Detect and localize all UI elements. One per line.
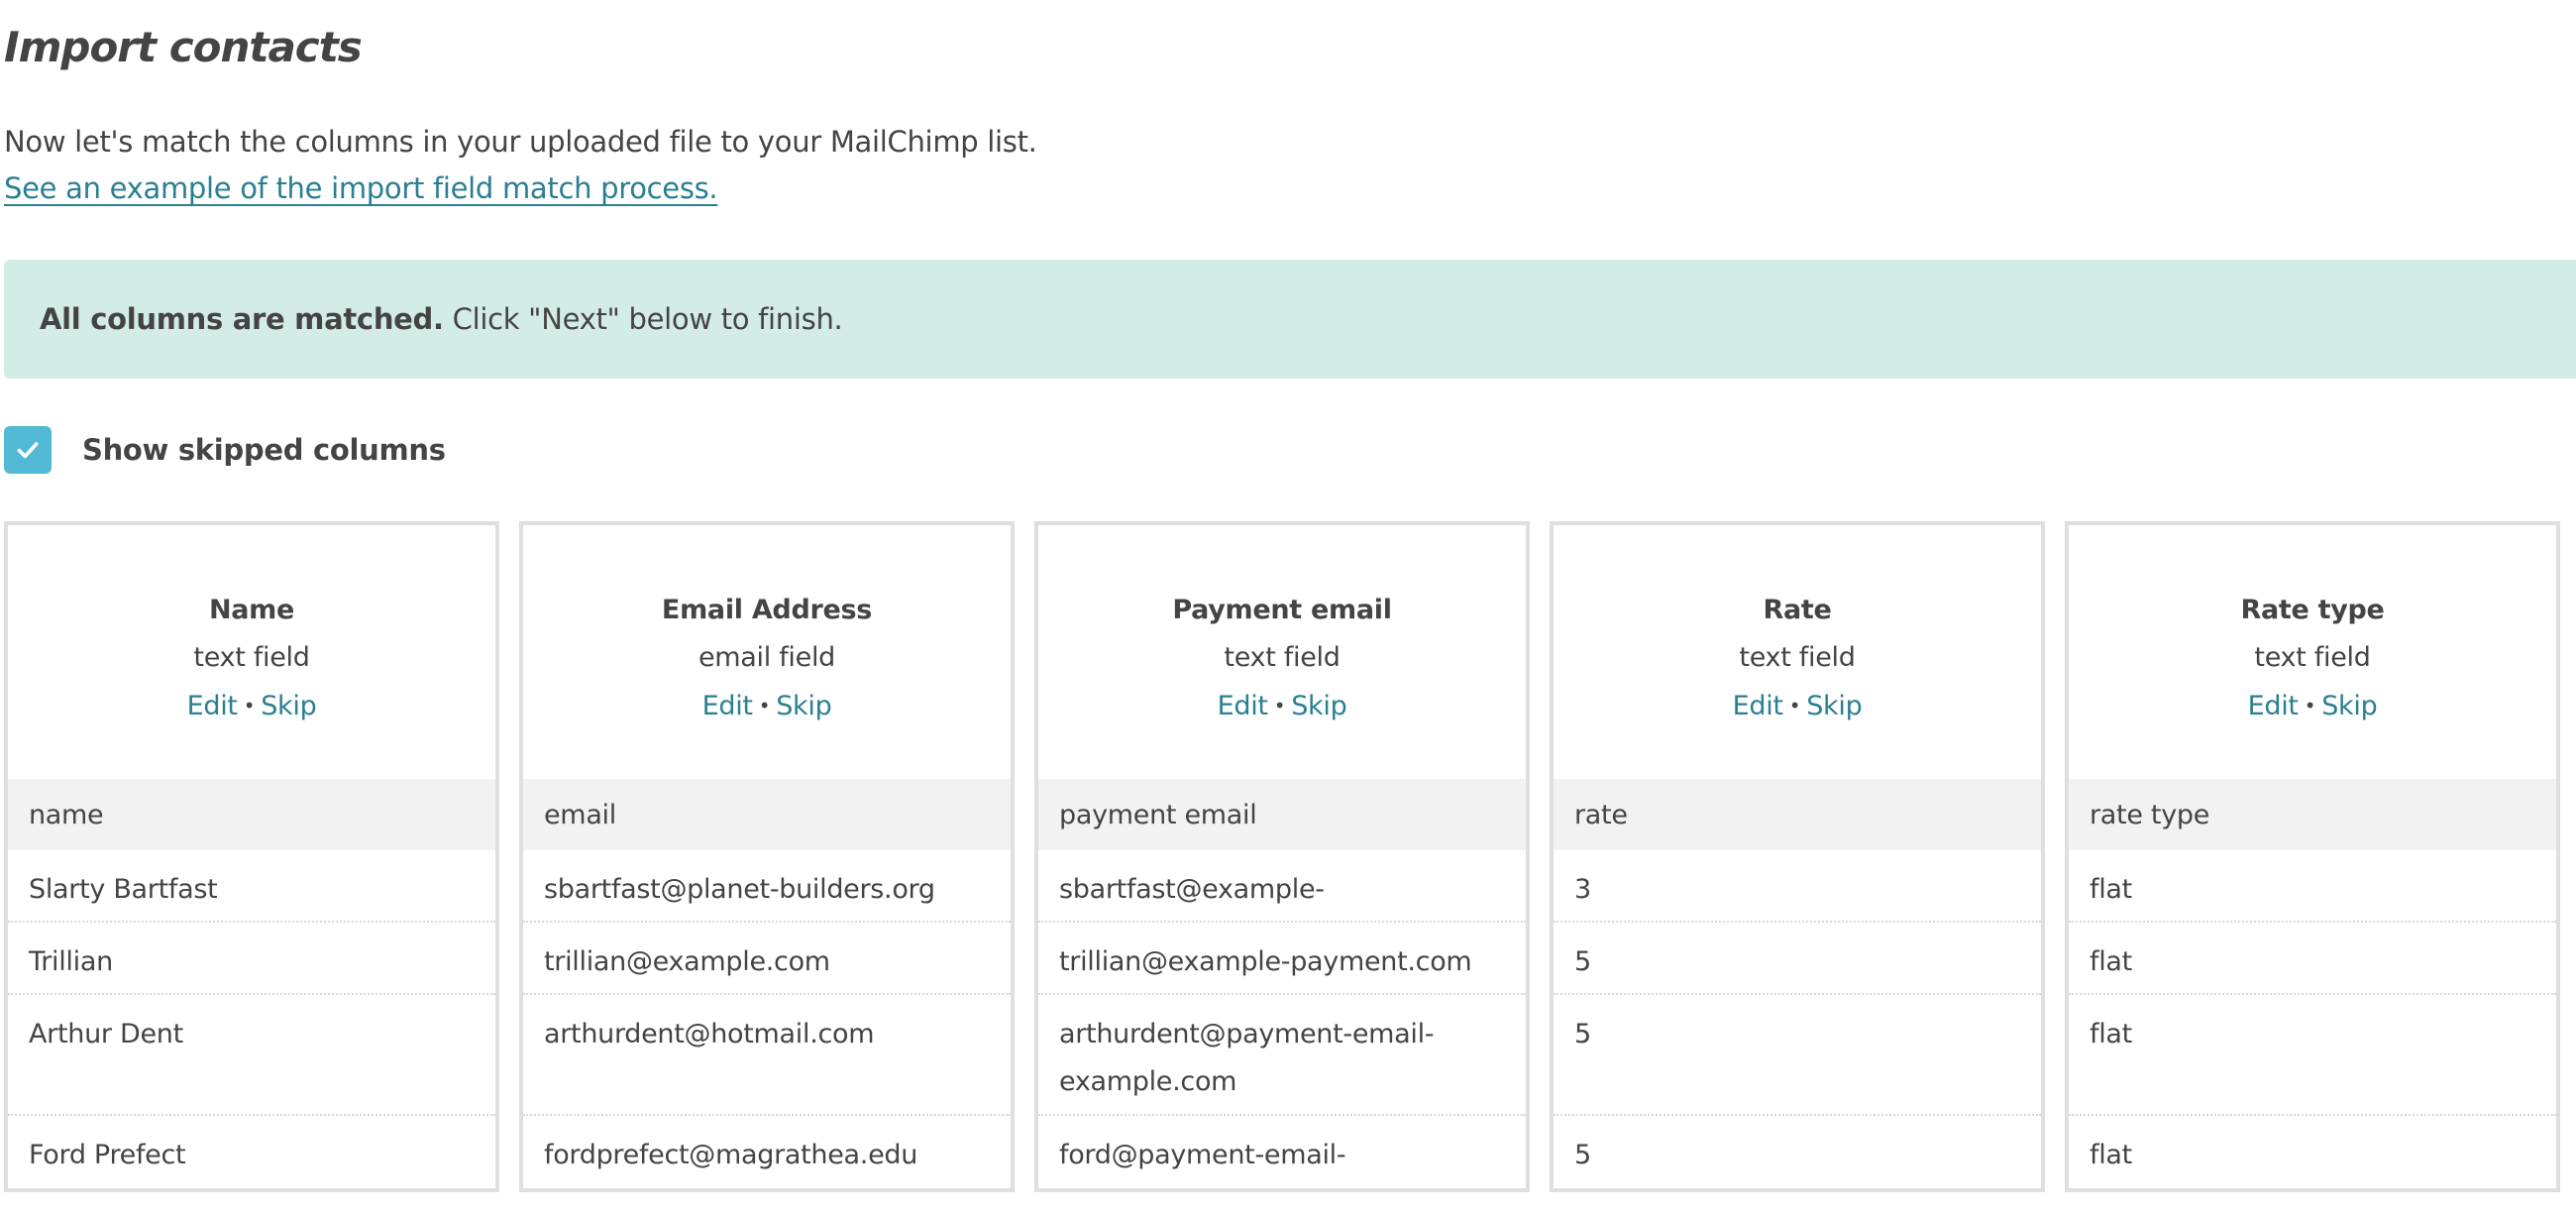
table-cell: Trillian: [8, 923, 495, 995]
table-cell: 5: [1574, 1140, 1591, 1170]
field-actions: Edit • Skip: [523, 682, 1011, 730]
field-name: Rate: [1763, 595, 1832, 625]
field-type: text field: [1739, 642, 1856, 673]
card-header: Rate type text field Edit • Skip: [2069, 525, 2556, 779]
field-name: Rate type: [2240, 595, 2385, 625]
edit-link[interactable]: Edit: [2248, 691, 2299, 721]
show-skipped-checkbox[interactable]: [4, 426, 52, 474]
skip-link[interactable]: Skip: [261, 691, 317, 721]
card-header: Name text field Edit • Skip: [8, 525, 495, 779]
banner-text: Click "Next" below to finish.: [443, 302, 843, 336]
table-cell: flat: [2069, 923, 2556, 995]
column-card-name: Name text field Edit • Skip name Slarty Ba…: [4, 521, 499, 1192]
show-skipped-columns-toggle[interactable]: Show skipped columns: [4, 426, 446, 474]
separator-dot: •: [2304, 694, 2316, 717]
example-link[interactable]: See an example of the import field match…: [4, 171, 718, 205]
card-header: Rate text field Edit • Skip: [1554, 525, 2041, 779]
table-cell: Ford Prefect: [29, 1140, 186, 1170]
table-cell: trillian@example-payment.com: [1038, 923, 1526, 995]
card-header: Email Address email field Edit • Skip: [523, 525, 1011, 779]
edit-link[interactable]: Edit: [187, 691, 238, 721]
field-type: text field: [1224, 642, 1341, 673]
column-card-rate: Rate text field Edit • Skip rate 3 5 5 5: [1550, 521, 2045, 1192]
source-column-header: name: [8, 779, 495, 850]
table-cell: 5: [1554, 995, 2041, 1116]
checkmark-icon: [17, 442, 39, 459]
edit-link[interactable]: Edit: [1733, 691, 1783, 721]
table-cell: flat: [2069, 850, 2556, 923]
edit-link[interactable]: Edit: [1218, 691, 1268, 721]
field-type: text field: [193, 642, 310, 673]
field-name: Name: [208, 595, 295, 625]
card-header: Payment email text field Edit • Skip: [1038, 525, 1526, 779]
page-title: Import contacts: [4, 23, 363, 71]
field-actions: Edit • Skip: [8, 682, 495, 730]
skip-link[interactable]: Skip: [1291, 691, 1347, 721]
skip-link[interactable]: Skip: [1806, 691, 1863, 721]
table-cell: Slarty Bartfast: [8, 850, 495, 923]
banner-bold-text: All columns are matched.: [40, 302, 444, 336]
field-name: Payment email: [1172, 595, 1392, 625]
column-card-email: Email Address email field Edit • Skip emai…: [519, 521, 1015, 1192]
field-actions: Edit • Skip: [1038, 682, 1526, 730]
separator-dot: •: [1788, 694, 1801, 717]
table-cell: flat: [2090, 1140, 2132, 1170]
table-cell: fordprefect@magrathea.edu: [544, 1140, 918, 1170]
separator-dot: •: [1273, 694, 1286, 717]
column-card-payment-email: Payment email text field Edit • Skip payme…: [1034, 521, 1530, 1192]
column-match-cards: Name text field Edit • Skip name Slarty Ba…: [4, 521, 2560, 1192]
separator-dot: •: [243, 694, 256, 717]
source-column-header: rate type: [2069, 779, 2556, 850]
table-cell: trillian@example.com: [523, 923, 1011, 995]
table-cell: flat: [2069, 995, 2556, 1116]
edit-link[interactable]: Edit: [702, 691, 753, 721]
table-cell: arthurdent@hotmail.com: [523, 995, 1011, 1116]
table-cell: ford@payment-email-example.com: [1059, 1140, 1346, 1190]
status-banner: All columns are matched. Click "Next" be…: [4, 260, 2576, 379]
source-column-header: rate: [1554, 779, 2041, 850]
field-actions: Edit • Skip: [1554, 682, 2041, 730]
table-cell: sbartfast@example-payment.com: [1038, 850, 1526, 923]
table-cell: 3: [1554, 850, 2041, 923]
field-name: Email Address: [661, 595, 873, 625]
column-card-rate-type: Rate type text field Edit • Skip rate type…: [2065, 521, 2560, 1192]
field-type: email field: [698, 642, 835, 673]
skip-link[interactable]: Skip: [2321, 691, 2378, 721]
source-column-header: email: [523, 779, 1011, 850]
skip-link[interactable]: Skip: [776, 691, 832, 721]
table-cell: arthurdent@payment-email-example.com: [1038, 995, 1526, 1116]
intro-section: Now let's match the columns in your uplo…: [4, 119, 1037, 212]
table-cell: Arthur Dent: [8, 995, 495, 1116]
table-cell: 5: [1554, 923, 2041, 995]
separator-dot: •: [758, 694, 771, 717]
show-skipped-label: Show skipped columns: [82, 433, 446, 467]
field-type: text field: [2254, 642, 2371, 673]
source-column-header: payment email: [1038, 779, 1526, 850]
field-actions: Edit • Skip: [2069, 682, 2556, 730]
table-cell: sbartfast@planet-builders.org: [523, 850, 1011, 923]
intro-text: Now let's match the columns in your uplo…: [4, 125, 1037, 159]
